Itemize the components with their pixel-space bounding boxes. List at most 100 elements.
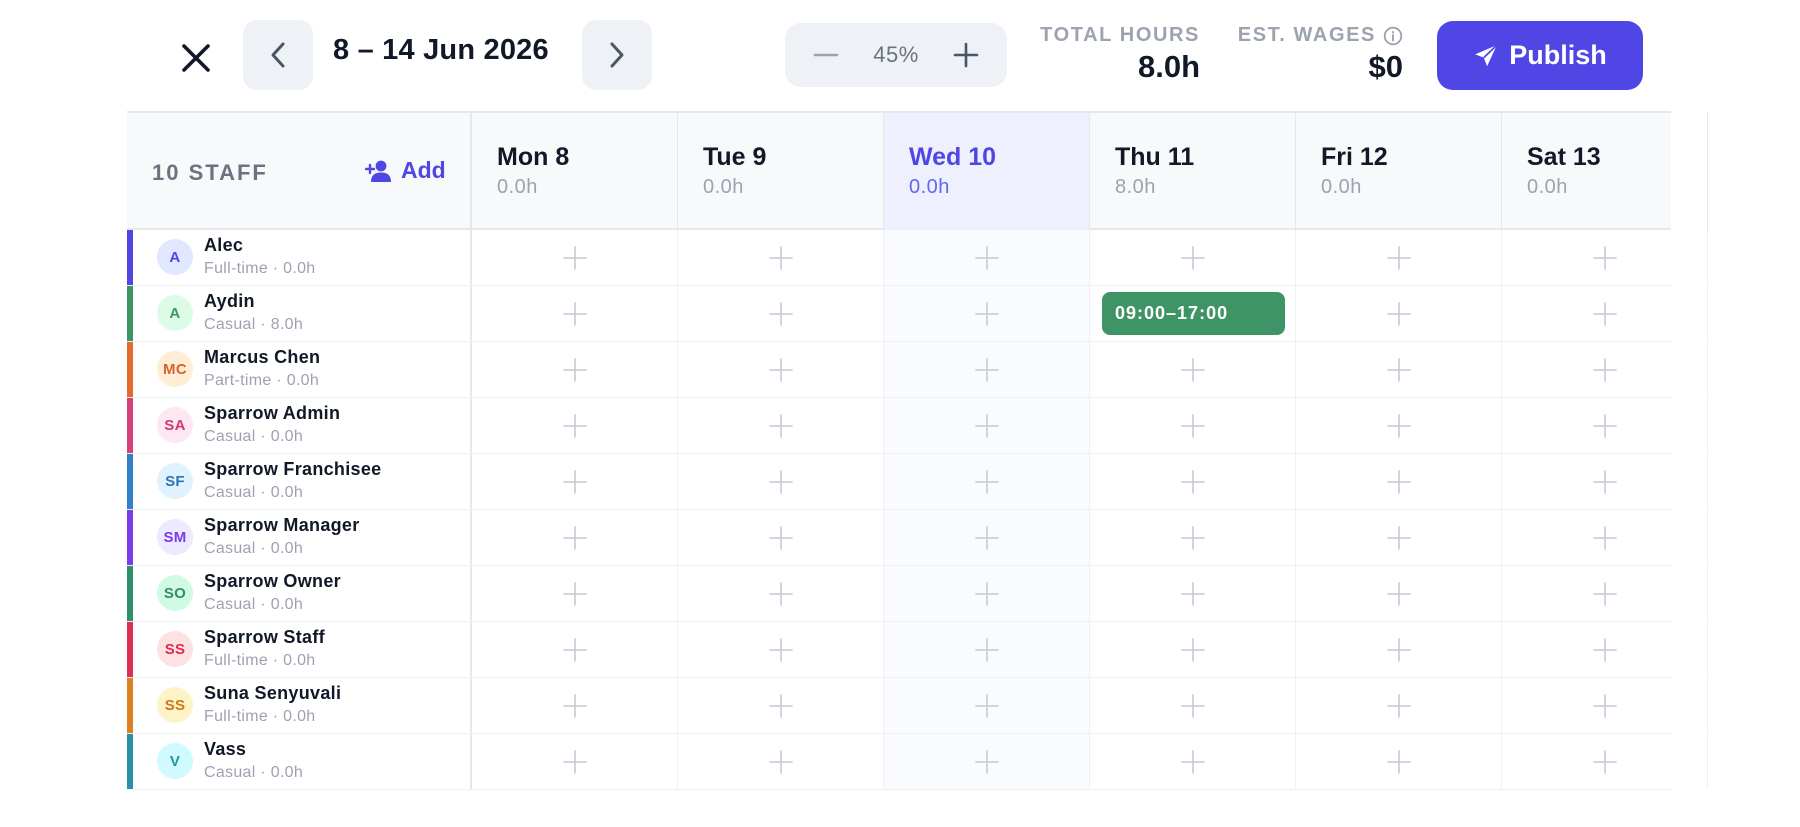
- add-shift-cell[interactable]: [884, 230, 1090, 285]
- staff-info-cell[interactable]: SS Suna Senyuvali Full-time · 0.0h: [127, 678, 472, 733]
- staff-info-cell[interactable]: SF Sparrow Franchisee Casual · 0.0h: [127, 454, 472, 509]
- day-hours: 0.0h: [703, 176, 744, 198]
- add-shift-cell[interactable]: [1296, 286, 1502, 341]
- add-shift-cell[interactable]: [678, 622, 884, 677]
- add-shift-cell[interactable]: [678, 454, 884, 509]
- add-shift-cell[interactable]: [1502, 734, 1708, 789]
- add-shift-cell[interactable]: [472, 566, 678, 621]
- plus-icon: [1386, 749, 1412, 775]
- zoom-in-button[interactable]: [949, 38, 983, 72]
- add-shift-cell[interactable]: [472, 510, 678, 565]
- plus-icon: [768, 525, 794, 551]
- add-shift-cell[interactable]: [1296, 566, 1502, 621]
- plus-icon: [1180, 581, 1206, 607]
- add-shift-cell[interactable]: [678, 230, 884, 285]
- staff-row: SS Sparrow Staff Full-time · 0.0h: [127, 622, 1708, 678]
- add-shift-cell[interactable]: [472, 342, 678, 397]
- add-shift-cell[interactable]: [678, 734, 884, 789]
- add-shift-cell[interactable]: [678, 678, 884, 733]
- add-shift-cell[interactable]: [1502, 342, 1708, 397]
- avatar: SA: [157, 407, 193, 443]
- add-shift-cell[interactable]: [678, 566, 884, 621]
- add-shift-cell[interactable]: [1090, 230, 1296, 285]
- add-shift-cell[interactable]: [1502, 566, 1708, 621]
- staff-info-cell[interactable]: A Aydin Casual · 8.0h: [127, 286, 472, 341]
- add-shift-cell[interactable]: [1502, 398, 1708, 453]
- add-shift-cell[interactable]: [1296, 398, 1502, 453]
- add-staff-button[interactable]: Add: [365, 157, 446, 184]
- add-shift-cell[interactable]: [472, 454, 678, 509]
- add-shift-cell[interactable]: [884, 622, 1090, 677]
- add-shift-cell[interactable]: [1502, 230, 1708, 285]
- info-icon[interactable]: [1383, 26, 1403, 46]
- add-shift-cell[interactable]: [884, 510, 1090, 565]
- staff-info-cell[interactable]: V Vass Casual · 0.0h: [127, 734, 472, 789]
- add-shift-cell[interactable]: [884, 454, 1090, 509]
- add-shift-cell[interactable]: [1296, 510, 1502, 565]
- avatar: SS: [157, 631, 193, 667]
- add-shift-cell[interactable]: [1502, 286, 1708, 341]
- add-shift-cell[interactable]: [1502, 622, 1708, 677]
- next-week-button[interactable]: [582, 20, 652, 90]
- plus-icon: [768, 413, 794, 439]
- add-shift-cell[interactable]: [884, 286, 1090, 341]
- add-shift-cell[interactable]: [472, 678, 678, 733]
- add-shift-cell[interactable]: [884, 678, 1090, 733]
- plus-icon: [1180, 637, 1206, 663]
- staff-row: SM Sparrow Manager Casual · 0.0h: [127, 510, 1708, 566]
- chevron-left-icon: [271, 42, 285, 68]
- add-shift-cell[interactable]: [1502, 678, 1708, 733]
- add-shift-cell[interactable]: [884, 398, 1090, 453]
- add-shift-cell[interactable]: [678, 398, 884, 453]
- add-shift-cell[interactable]: [884, 566, 1090, 621]
- zoom-out-button[interactable]: [809, 38, 843, 72]
- add-shift-cell[interactable]: [472, 230, 678, 285]
- add-shift-cell[interactable]: [472, 286, 678, 341]
- est-wages-value: $0: [1368, 49, 1403, 84]
- add-shift-cell[interactable]: [1090, 398, 1296, 453]
- add-shift-cell[interactable]: [1296, 454, 1502, 509]
- add-shift-cell[interactable]: [678, 510, 884, 565]
- staff-count: 10 STAFF: [152, 160, 268, 185]
- staff-info-cell[interactable]: MC Marcus Chen Part-time · 0.0h: [127, 342, 472, 397]
- staff-info-cell[interactable]: SA Sparrow Admin Casual · 0.0h: [127, 398, 472, 453]
- previous-week-button[interactable]: [243, 20, 313, 90]
- add-shift-cell[interactable]: [884, 734, 1090, 789]
- add-user-icon: [365, 160, 391, 182]
- add-shift-cell[interactable]: [1090, 510, 1296, 565]
- staff-info-cell[interactable]: A Alec Full-time · 0.0h: [127, 230, 472, 285]
- add-shift-cell[interactable]: [1296, 230, 1502, 285]
- close-button[interactable]: [170, 32, 222, 84]
- add-shift-cell[interactable]: [1502, 510, 1708, 565]
- add-shift-cell[interactable]: [1090, 678, 1296, 733]
- avatar: SO: [157, 575, 193, 611]
- plus-icon: [1592, 301, 1618, 327]
- staff-info-cell[interactable]: SS Sparrow Staff Full-time · 0.0h: [127, 622, 472, 677]
- add-shift-cell[interactable]: [1090, 566, 1296, 621]
- add-shift-cell[interactable]: [678, 286, 884, 341]
- add-shift-cell[interactable]: [472, 734, 678, 789]
- plus-icon: [974, 525, 1000, 551]
- send-icon: [1475, 44, 1498, 66]
- plus-icon: [768, 637, 794, 663]
- add-shift-cell[interactable]: [1296, 622, 1502, 677]
- add-shift-cell[interactable]: [1502, 454, 1708, 509]
- add-shift-cell[interactable]: [472, 622, 678, 677]
- shift-block[interactable]: 09:00–17:00: [1102, 292, 1285, 335]
- add-shift-cell[interactable]: [472, 398, 678, 453]
- staff-name: Sparrow Owner: [204, 571, 341, 591]
- add-shift-cell[interactable]: [1296, 734, 1502, 789]
- add-shift-cell[interactable]: [1090, 342, 1296, 397]
- publish-button[interactable]: Publish: [1437, 21, 1643, 90]
- add-shift-cell[interactable]: [1296, 678, 1502, 733]
- staff-row: A Alec Full-time · 0.0h: [127, 230, 1708, 286]
- staff-row: SO Sparrow Owner Casual · 0.0h: [127, 566, 1708, 622]
- staff-info-cell[interactable]: SO Sparrow Owner Casual · 0.0h: [127, 566, 472, 621]
- add-shift-cell[interactable]: [678, 342, 884, 397]
- add-shift-cell[interactable]: [1090, 734, 1296, 789]
- staff-info-cell[interactable]: SM Sparrow Manager Casual · 0.0h: [127, 510, 472, 565]
- add-shift-cell[interactable]: [1090, 622, 1296, 677]
- add-shift-cell[interactable]: [884, 342, 1090, 397]
- add-shift-cell[interactable]: [1296, 342, 1502, 397]
- add-shift-cell[interactable]: [1090, 454, 1296, 509]
